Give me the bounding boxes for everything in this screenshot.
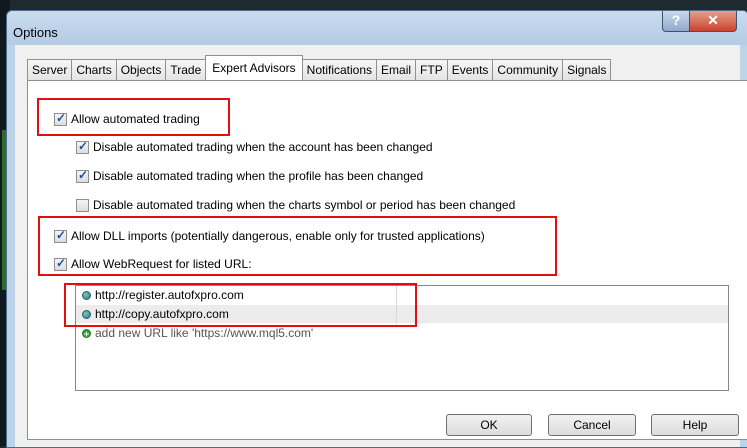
checkbox-disable-on-symbol-change[interactable] — [76, 198, 89, 212]
option-disable-on-symbol-change[interactable]: Disable automated trading when the chart… — [76, 197, 515, 213]
add-icon: + — [82, 328, 91, 339]
checkbox-disable-on-account-change[interactable] — [76, 139, 89, 154]
window-title: Options — [13, 25, 58, 40]
help-button[interactable]: Help — [651, 414, 739, 436]
label-disable-on-symbol-change: Disable automated trading when the chart… — [93, 198, 516, 212]
tab-server[interactable]: Server — [27, 59, 73, 80]
option-disable-on-account-change[interactable]: Disable automated trading when the accou… — [76, 139, 433, 155]
tab-expert-advisors[interactable]: Expert Advisors — [205, 55, 303, 80]
help-icon[interactable]: ? — [662, 11, 690, 32]
highlight-box-automated-trading — [37, 98, 230, 136]
cancel-button[interactable]: Cancel — [548, 414, 636, 436]
tab-strip: Server Charts Objects Trade Expert Advis… — [27, 55, 612, 80]
tab-trade[interactable]: Trade — [165, 59, 207, 80]
label-disable-on-profile-change: Disable automated trading when the profi… — [93, 169, 424, 183]
tab-email[interactable]: Email — [376, 59, 417, 80]
highlight-box-dll-webrequest — [38, 216, 557, 276]
tab-community[interactable]: Community — [492, 59, 564, 80]
tab-charts[interactable]: Charts — [71, 59, 117, 80]
label-disable-on-account-change: Disable automated trading when the accou… — [93, 140, 433, 154]
checkbox-disable-on-profile-change[interactable] — [76, 168, 89, 183]
option-disable-on-profile-change[interactable]: Disable automated trading when the profi… — [76, 168, 423, 184]
tab-signals[interactable]: Signals — [562, 59, 612, 80]
title-bar[interactable]: Options ? ✕ — [7, 11, 747, 45]
ok-button[interactable]: OK — [446, 414, 532, 436]
tab-objects[interactable]: Objects — [115, 59, 167, 80]
tab-ftp[interactable]: FTP — [415, 59, 448, 80]
tab-events[interactable]: Events — [446, 59, 494, 80]
add-url-placeholder: add new URL like 'https://www.mql5.com' — [95, 326, 314, 340]
close-icon[interactable]: ✕ — [689, 11, 737, 32]
tab-notifications[interactable]: Notifications — [301, 59, 378, 80]
highlight-box-url-list — [64, 283, 417, 327]
